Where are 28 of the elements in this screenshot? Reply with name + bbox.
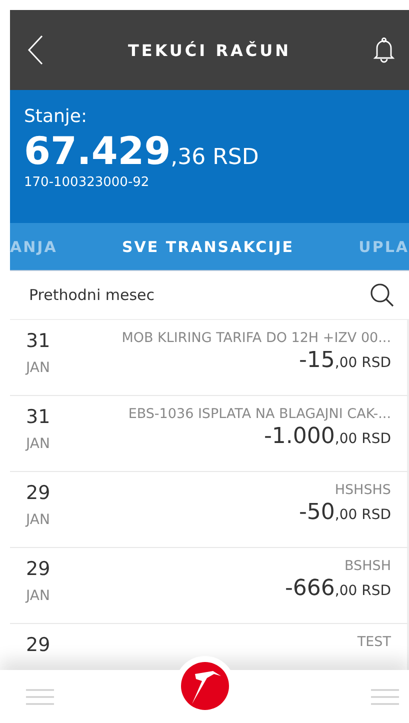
transaction-day: 31 <box>26 406 50 428</box>
tab[interactable]: UPLA <box>358 238 409 256</box>
transaction-day: 29 <box>26 558 50 580</box>
notification-button[interactable] <box>372 37 395 63</box>
transaction-description: HSHSHS <box>334 482 391 498</box>
balance-label: Stanje: <box>24 106 88 127</box>
transaction-amount: -50,00 RSD <box>298 500 391 525</box>
transaction-month: JAN <box>26 360 50 376</box>
transaction-month: JAN <box>26 588 50 604</box>
transaction-amount: -666,00 RSD <box>284 576 391 601</box>
balance-amount: 67.429,36 RSD <box>24 129 260 173</box>
transaction-day: 29 <box>26 482 50 504</box>
screen-title: TEKUĆI RAČUN <box>128 40 292 60</box>
transaction-description: EBS-1036 ISPLATA NA BLAGAJNI CAK-... <box>128 406 391 422</box>
transaction-description: TEST <box>357 634 391 650</box>
search-button[interactable] <box>369 282 395 308</box>
transaction-description: MOB KLIRING TARIFA DO 12H +IZV 00... <box>122 330 391 346</box>
transaction-description: BSHSH <box>344 558 391 574</box>
account-number: 170-100323000-92 <box>24 175 150 190</box>
transaction-amount: -15,00 RSD <box>298 348 391 373</box>
transaction-day: 29 <box>26 634 50 656</box>
transaction-day: 31 <box>26 330 50 352</box>
transaction-month: JAN <box>26 512 50 528</box>
transaction-month: JAN <box>26 436 50 452</box>
period-filter[interactable]: Prethodni mesec <box>29 286 155 304</box>
tab[interactable]: SVE TRANSAKCIJE <box>122 238 294 256</box>
tab[interactable]: ANJA <box>10 238 58 256</box>
transaction-amount: -1.000,00 RSD <box>264 424 391 449</box>
